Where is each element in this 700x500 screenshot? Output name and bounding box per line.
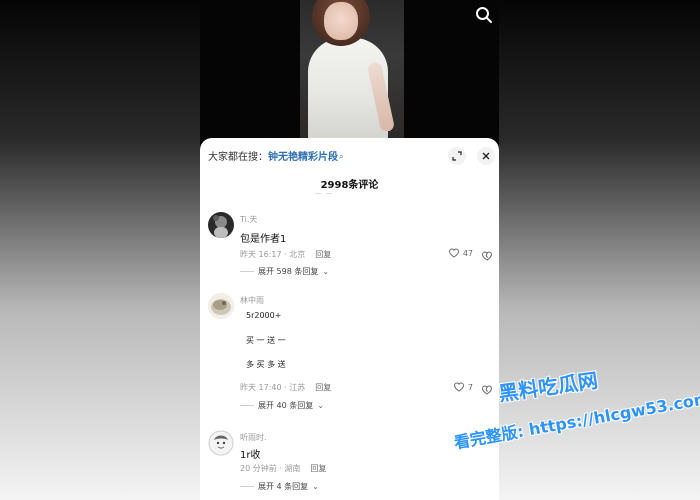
comments-count: 2998条评论 [320,180,379,191]
expand-bar [240,486,254,487]
heart-icon [453,382,464,392]
username[interactable]: 林中雨 [240,295,264,306]
search-prefix: 大家都在搜： [208,152,268,163]
sheet-header: 大家都在搜：钟无艳精彩片段⌕ [200,138,499,172]
dislike-icon[interactable] [481,247,493,261]
heart-icon [448,248,459,258]
like-count: 47 [462,248,473,258]
left-gradient-panel [0,0,200,500]
expand-replies-label: 展开 4 条回复 [258,482,309,491]
video-frame [300,0,404,140]
chevron-down-icon: ⌄ [312,482,319,491]
video-player[interactable] [200,0,499,140]
comment-meta: 20 分钟前 · 湖南 回复 [240,463,326,474]
expand-replies-button[interactable]: 展开 40 条回复 ⌄ [240,400,324,411]
comment-text-line: 5r2000+ [246,311,282,320]
avatar[interactable] [208,293,234,319]
phone-screen: 大家都在搜：钟无艳精彩片段⌕ 2998条评论 Ti.天 包是作者1 昨天 16:… [200,0,499,500]
expand-replies-label: 展开 598 条回复 [258,267,319,276]
expand-icon[interactable] [448,147,466,165]
comment-item: 林中雨 5r2000+ 买 一 送 一 多 买 多 送 昨天 17:40 · 江… [200,293,499,415]
meta-time-location: 昨天 17:40 · 江苏 [240,383,306,392]
reply-button[interactable]: 回复 [315,383,331,392]
chevron-down-icon: ⌄ [317,401,324,410]
like-button[interactable]: 47 [448,247,473,259]
avatar[interactable] [208,212,234,238]
expand-replies-label: 展开 40 条回复 [258,401,314,410]
meta-time-location: 20 分钟前 · 湖南 [240,464,301,473]
like-button[interactable]: 7 [453,381,473,393]
close-icon[interactable] [477,147,495,165]
username[interactable]: 听雨时. [240,432,267,443]
expand-replies-button[interactable]: 展开 598 条回复 ⌄ [240,266,329,277]
comment-item: Ti.天 包是作者1 昨天 16:17 · 北京 回复 展开 598 条回复 ⌄ … [200,212,499,290]
reply-button[interactable]: 回复 [315,250,331,259]
meta-time-location: 昨天 16:17 · 北京 [240,250,306,259]
person-face [324,2,358,40]
divider [315,193,321,194]
like-count: 7 [467,382,473,392]
search-icon[interactable] [473,4,495,26]
comment-text: 1r收 [240,450,261,461]
username[interactable]: Ti.天 [240,214,257,225]
expand-bar [240,271,254,272]
chevron-down-icon: ⌄ [322,267,330,276]
comment-text-line: 多 买 多 送 [246,360,286,369]
expand-replies-button[interactable]: 展开 4 条回复 ⌄ [240,481,319,492]
search-mini-icon: ⌕ [339,152,344,161]
avatar[interactable] [208,430,234,456]
comment-text-line: 买 一 送 一 [246,336,286,345]
comment-meta: 昨天 16:17 · 北京 回复 [240,249,331,260]
dislike-icon[interactable] [481,381,493,395]
search-term[interactable]: 钟无艳精彩片段 [268,152,338,163]
expand-bar [240,405,254,406]
reply-button[interactable]: 回复 [310,464,326,473]
search-suggestion[interactable]: 大家都在搜：钟无艳精彩片段⌕ [208,148,343,163]
comment-text: 包是作者1 [240,234,287,245]
divider [326,193,332,194]
comment-meta: 昨天 17:40 · 江苏 回复 [240,382,331,393]
